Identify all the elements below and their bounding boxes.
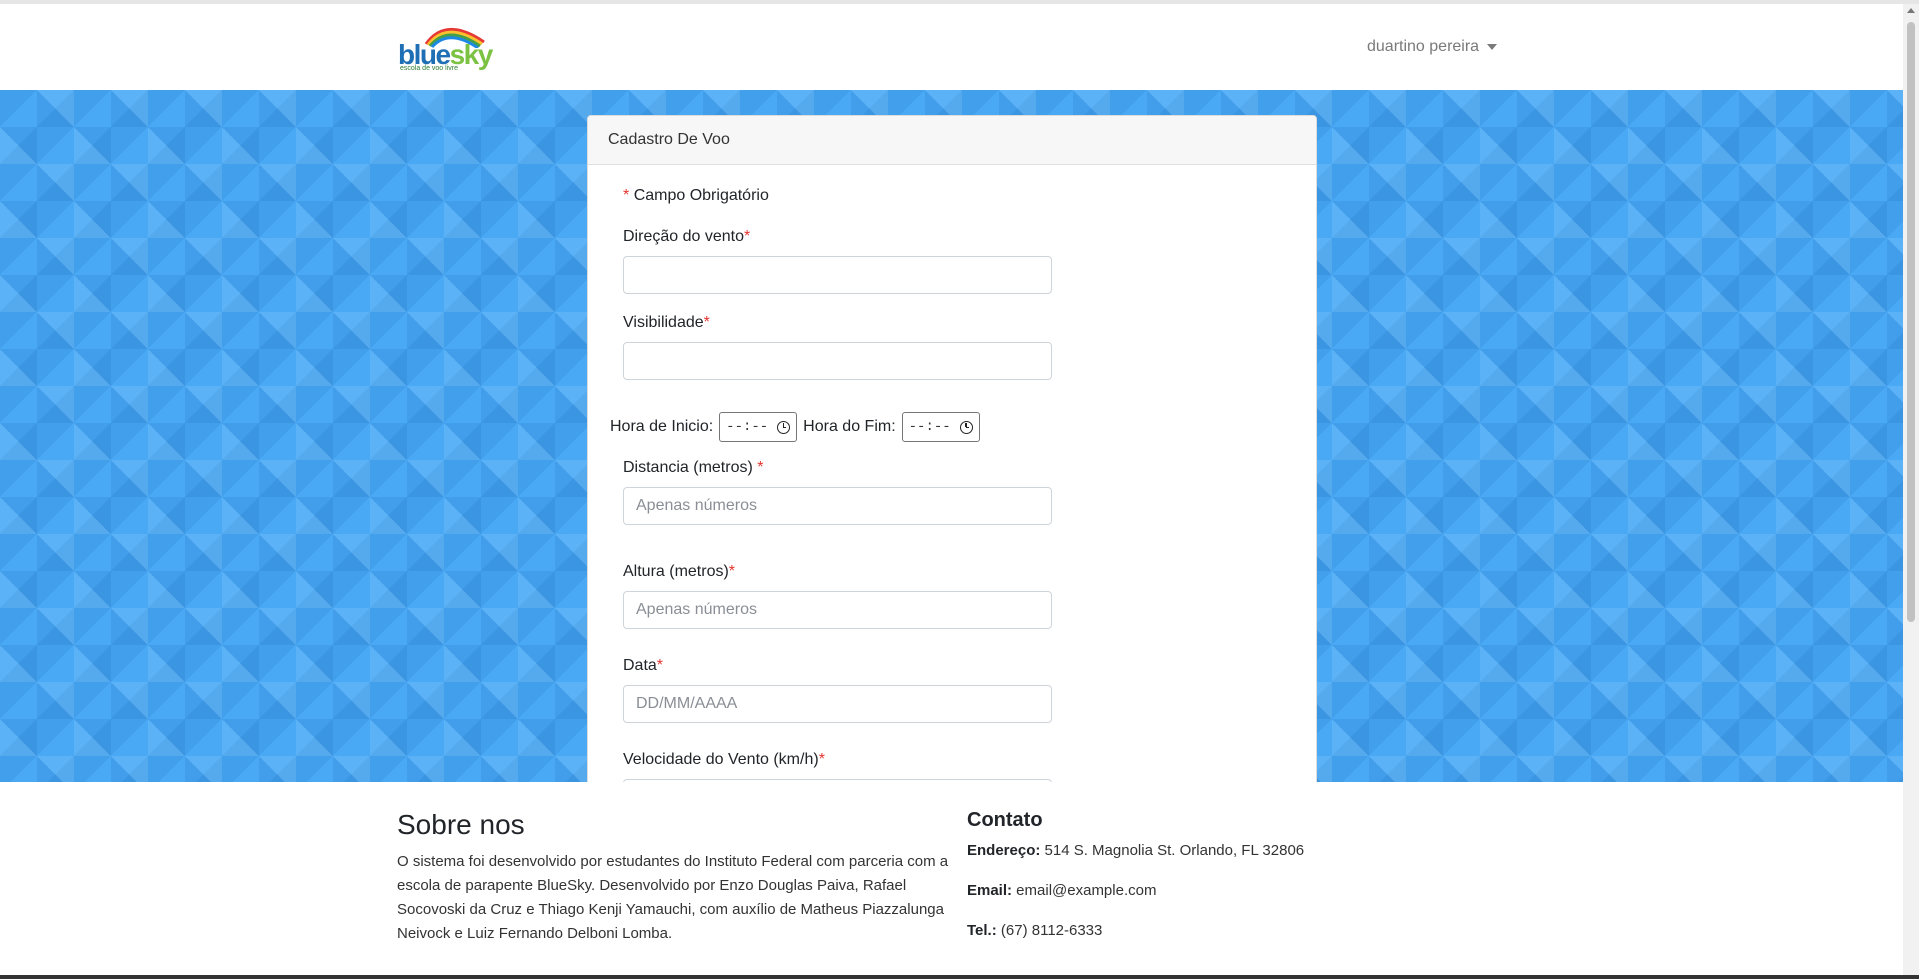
required-note-text: Campo Obrigatório: [633, 187, 769, 204]
phone-value: (67) 8112-6333: [996, 922, 1103, 939]
address-value: 514 S. Magnolia St. Orlando, FL 32806: [1040, 842, 1305, 859]
date-input[interactable]: [623, 685, 1052, 723]
scroll-up-arrow-icon[interactable]: [1907, 8, 1915, 13]
date-label: Data*: [623, 657, 663, 675]
scrollbar-thumb[interactable]: [1907, 22, 1915, 622]
end-time-input[interactable]: --:--: [901, 412, 980, 442]
wind-direction-input[interactable]: [623, 256, 1052, 294]
about-title: Sobre nos: [397, 809, 525, 840]
wind-direction-label: Direção do vento*: [623, 228, 750, 246]
end-time-value: --:--: [908, 419, 951, 435]
required-asterisk: *: [703, 314, 710, 331]
bluesky-logo[interactable]: bluesky escola de voo livre: [398, 18, 493, 76]
caret-down-icon: [1487, 44, 1498, 50]
footer: Sobre nos O sistema foi desenvolvido por…: [0, 782, 1903, 975]
distance-label: Distancia (metros) *: [623, 459, 763, 477]
navbar: bluesky escola de voo livre duartino per…: [0, 4, 1903, 90]
height-input[interactable]: [623, 591, 1052, 629]
about-text: O sistema foi desenvolvido por estudante…: [397, 853, 949, 942]
page-scrollbar[interactable]: [1903, 4, 1919, 979]
start-time-input[interactable]: --:--: [719, 412, 798, 442]
hero-background: Cadastro De Voo * Campo Obrigatório Dire…: [0, 90, 1903, 782]
required-asterisk: *: [656, 657, 664, 674]
required-asterisk: *: [728, 563, 736, 580]
time-row: Hora de Inicio: --:-- Hora do Fim: --:--: [608, 412, 980, 442]
email-label: Email:: [967, 882, 1013, 899]
clock-icon[interactable]: [959, 420, 973, 434]
contact-title: Contato: [967, 809, 1043, 831]
distance-label-text: Distancia (metros): [623, 459, 758, 476]
flight-registration-card: Cadastro De Voo * Campo Obrigatório Dire…: [587, 115, 1317, 782]
wind-speed-label: Velocidade do Vento (km/h)*: [623, 751, 825, 769]
visibility-label: Visibilidade*: [623, 314, 710, 332]
end-time-label: Hora do Fim:: [803, 418, 896, 435]
user-dropdown[interactable]: duartino pereira: [1367, 38, 1498, 56]
logo-tagline: escola de voo livre: [400, 65, 458, 72]
start-time-value: --:--: [726, 419, 769, 435]
window-bottom-edge: [0, 975, 1919, 979]
visibility-label-text: Visibilidade: [623, 314, 704, 331]
contact-email: Email: email@example.com: [967, 882, 1156, 899]
date-label-text: Data: [623, 657, 657, 674]
required-asterisk: *: [743, 228, 751, 245]
required-asterisk: *: [818, 751, 825, 768]
required-asterisk: *: [623, 187, 630, 204]
contact-phone: Tel.: (67) 8112-6333: [967, 922, 1102, 939]
required-note: * Campo Obrigatório: [623, 187, 769, 205]
wind-speed-label-text: Velocidade do Vento (km/h): [623, 751, 819, 768]
clock-icon[interactable]: [777, 420, 791, 434]
address-label: Endereço:: [967, 842, 1041, 859]
card-title: Cadastro De Voo: [588, 116, 1316, 165]
distance-input[interactable]: [623, 487, 1052, 525]
email-value[interactable]: email@example.com: [1012, 882, 1156, 899]
start-time-label: Hora de Inicio:: [610, 418, 714, 435]
user-name: duartino pereira: [1367, 38, 1480, 55]
phone-label: Tel.:: [967, 922, 997, 939]
contact-address: Endereço: 514 S. Magnolia St. Orlando, F…: [967, 842, 1304, 859]
height-label: Altura (metros)*: [623, 563, 735, 581]
visibility-input[interactable]: [623, 342, 1052, 380]
height-label-text: Altura (metros): [623, 563, 729, 580]
wind-direction-label-text: Direção do vento: [623, 228, 744, 245]
required-asterisk: *: [757, 459, 764, 476]
